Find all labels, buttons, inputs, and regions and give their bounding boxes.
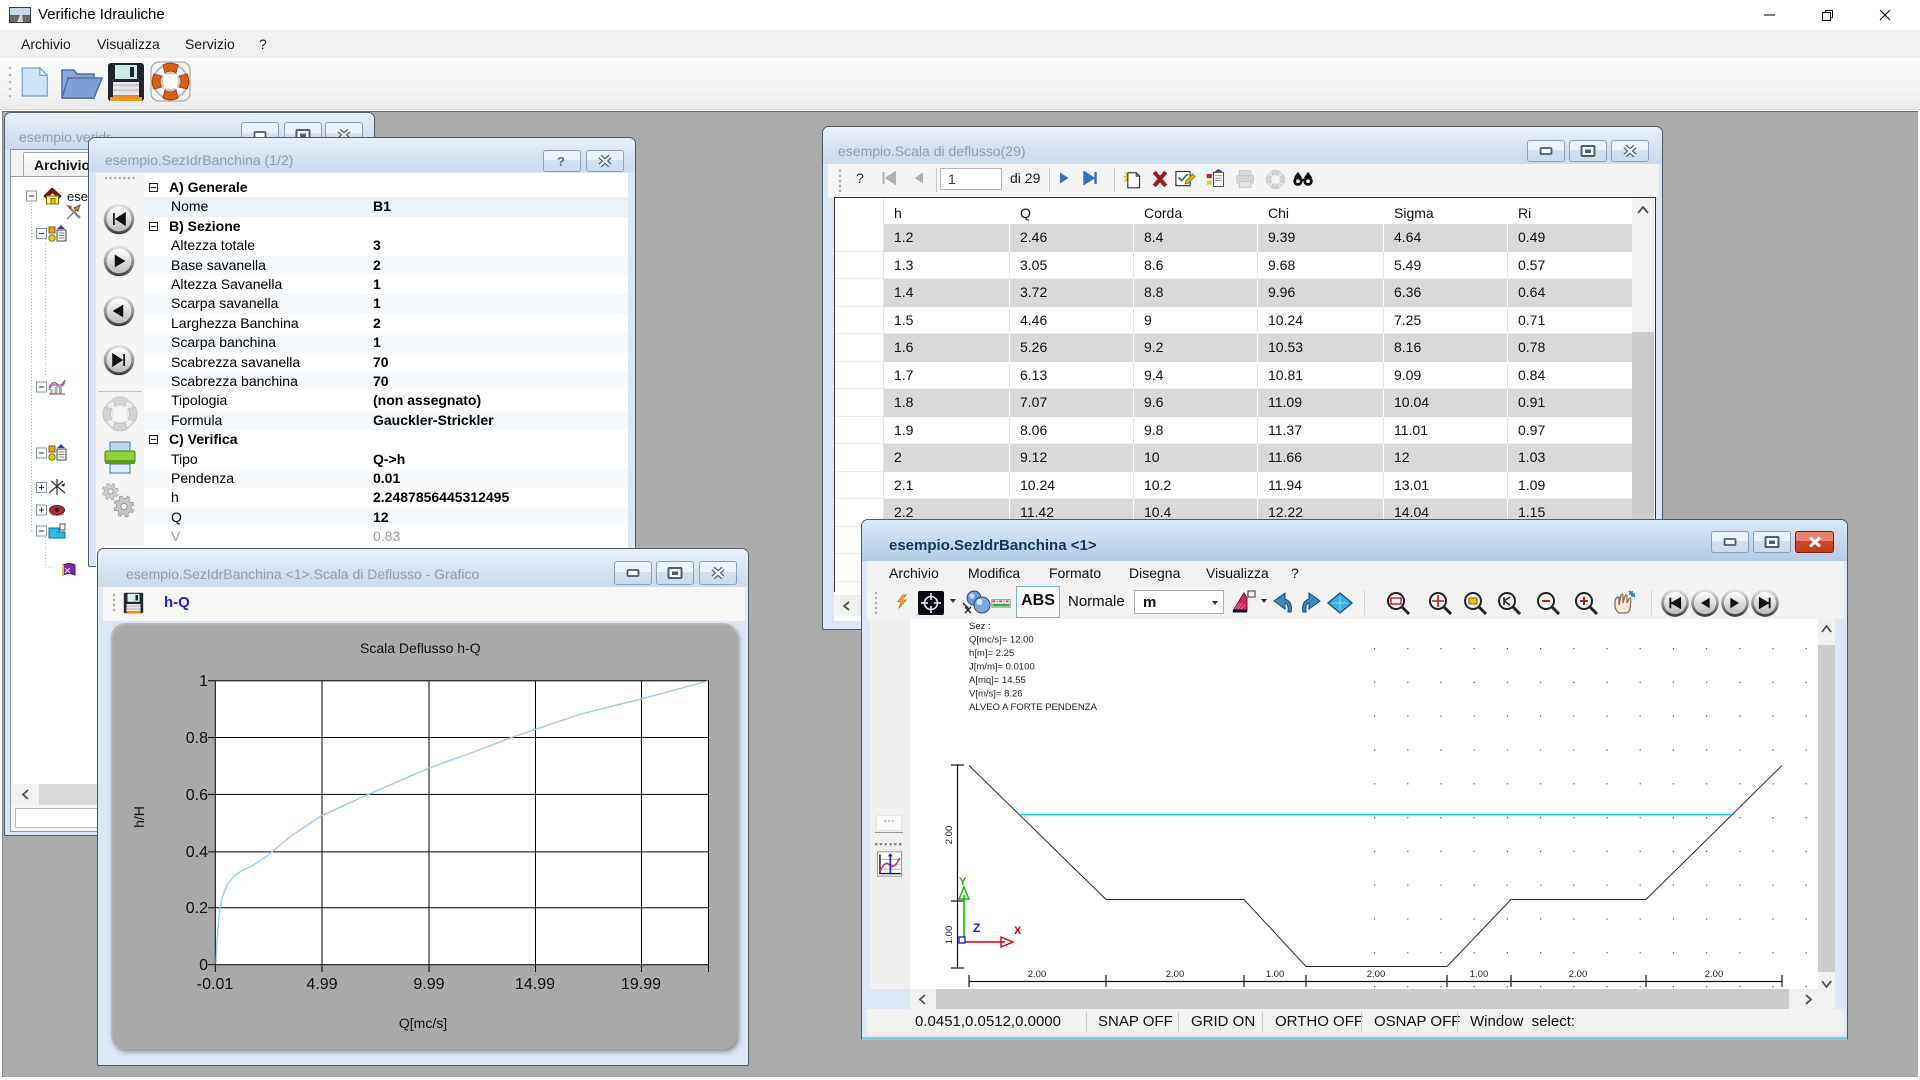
svg-text:2.00: 2.00 <box>944 826 955 845</box>
svg-text:Y: Y <box>959 876 967 888</box>
svg-text:1.00: 1.00 <box>1266 969 1285 980</box>
svg-text:1.00: 1.00 <box>1470 969 1489 980</box>
svg-text:Q[mc/s]= 12.00: Q[mc/s]= 12.00 <box>969 635 1034 646</box>
svg-text:ese: ese <box>67 189 88 204</box>
svg-text:1.00: 1.00 <box>944 926 955 945</box>
svg-text:h[m]= 2.25: h[m]= 2.25 <box>969 648 1014 659</box>
svg-text:V[m/s]= 8.26: V[m/s]= 8.26 <box>969 689 1023 700</box>
svg-text:2.00: 2.00 <box>1367 969 1386 980</box>
svg-text:Z: Z <box>973 921 980 935</box>
svg-text:A[mq]= 14.55: A[mq]= 14.55 <box>969 675 1026 686</box>
svg-text:X: X <box>1014 925 1022 937</box>
svg-text:2.00: 2.00 <box>1166 969 1185 980</box>
svg-text:2.00: 2.00 <box>1705 969 1724 980</box>
svg-text:ALVEO A FORTE PENDENZA: ALVEO A FORTE PENDENZA <box>969 702 1098 713</box>
svg-text:Sez :: Sez : <box>969 621 991 632</box>
svg-text:2.00: 2.00 <box>1569 969 1588 980</box>
svg-text:?: ? <box>557 154 565 168</box>
svg-text:J[m/m]= 0.0100: J[m/m]= 0.0100 <box>969 662 1035 673</box>
svg-text:2.00: 2.00 <box>1028 969 1047 980</box>
